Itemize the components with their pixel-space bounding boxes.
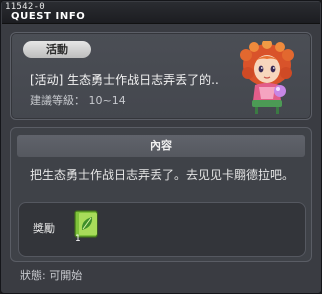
quest-type-badge: 活動 [23, 41, 91, 58]
quest-description: 把生态勇士作战日志弄丢了。去见见卡翢德拉吧。 [30, 168, 295, 182]
npc-portrait-icon [240, 39, 294, 115]
reward-quantity: 1 [75, 234, 81, 244]
title-bar[interactable]: 11542-0 QUEST INFO [2, 2, 320, 24]
quest-name: [活动] 生态勇士作战日志弄丢了的.. [30, 73, 219, 87]
reward-label: 獎勵 [33, 222, 55, 235]
quest-info-window: 11542-0 QUEST INFO 活動 [活动] 生态勇士作战日志弄丢了的.… [0, 0, 322, 294]
content-header: 內容 [17, 135, 305, 157]
window-title: QUEST INFO [11, 11, 86, 22]
recommended-level: 建議等級： 10~14 [30, 94, 126, 107]
reward-box: 獎勵 1 [18, 202, 306, 257]
content-panel: 內容 把生态勇士作战日志弄丢了。去见见卡翢德拉吧。 獎勵 1 [10, 127, 312, 262]
quest-status: 狀態: 可開始 [20, 269, 83, 282]
quest-header-card: 活動 [活动] 生态勇士作战日志弄丢了的.. 建議等級： 10~14 [10, 32, 312, 120]
